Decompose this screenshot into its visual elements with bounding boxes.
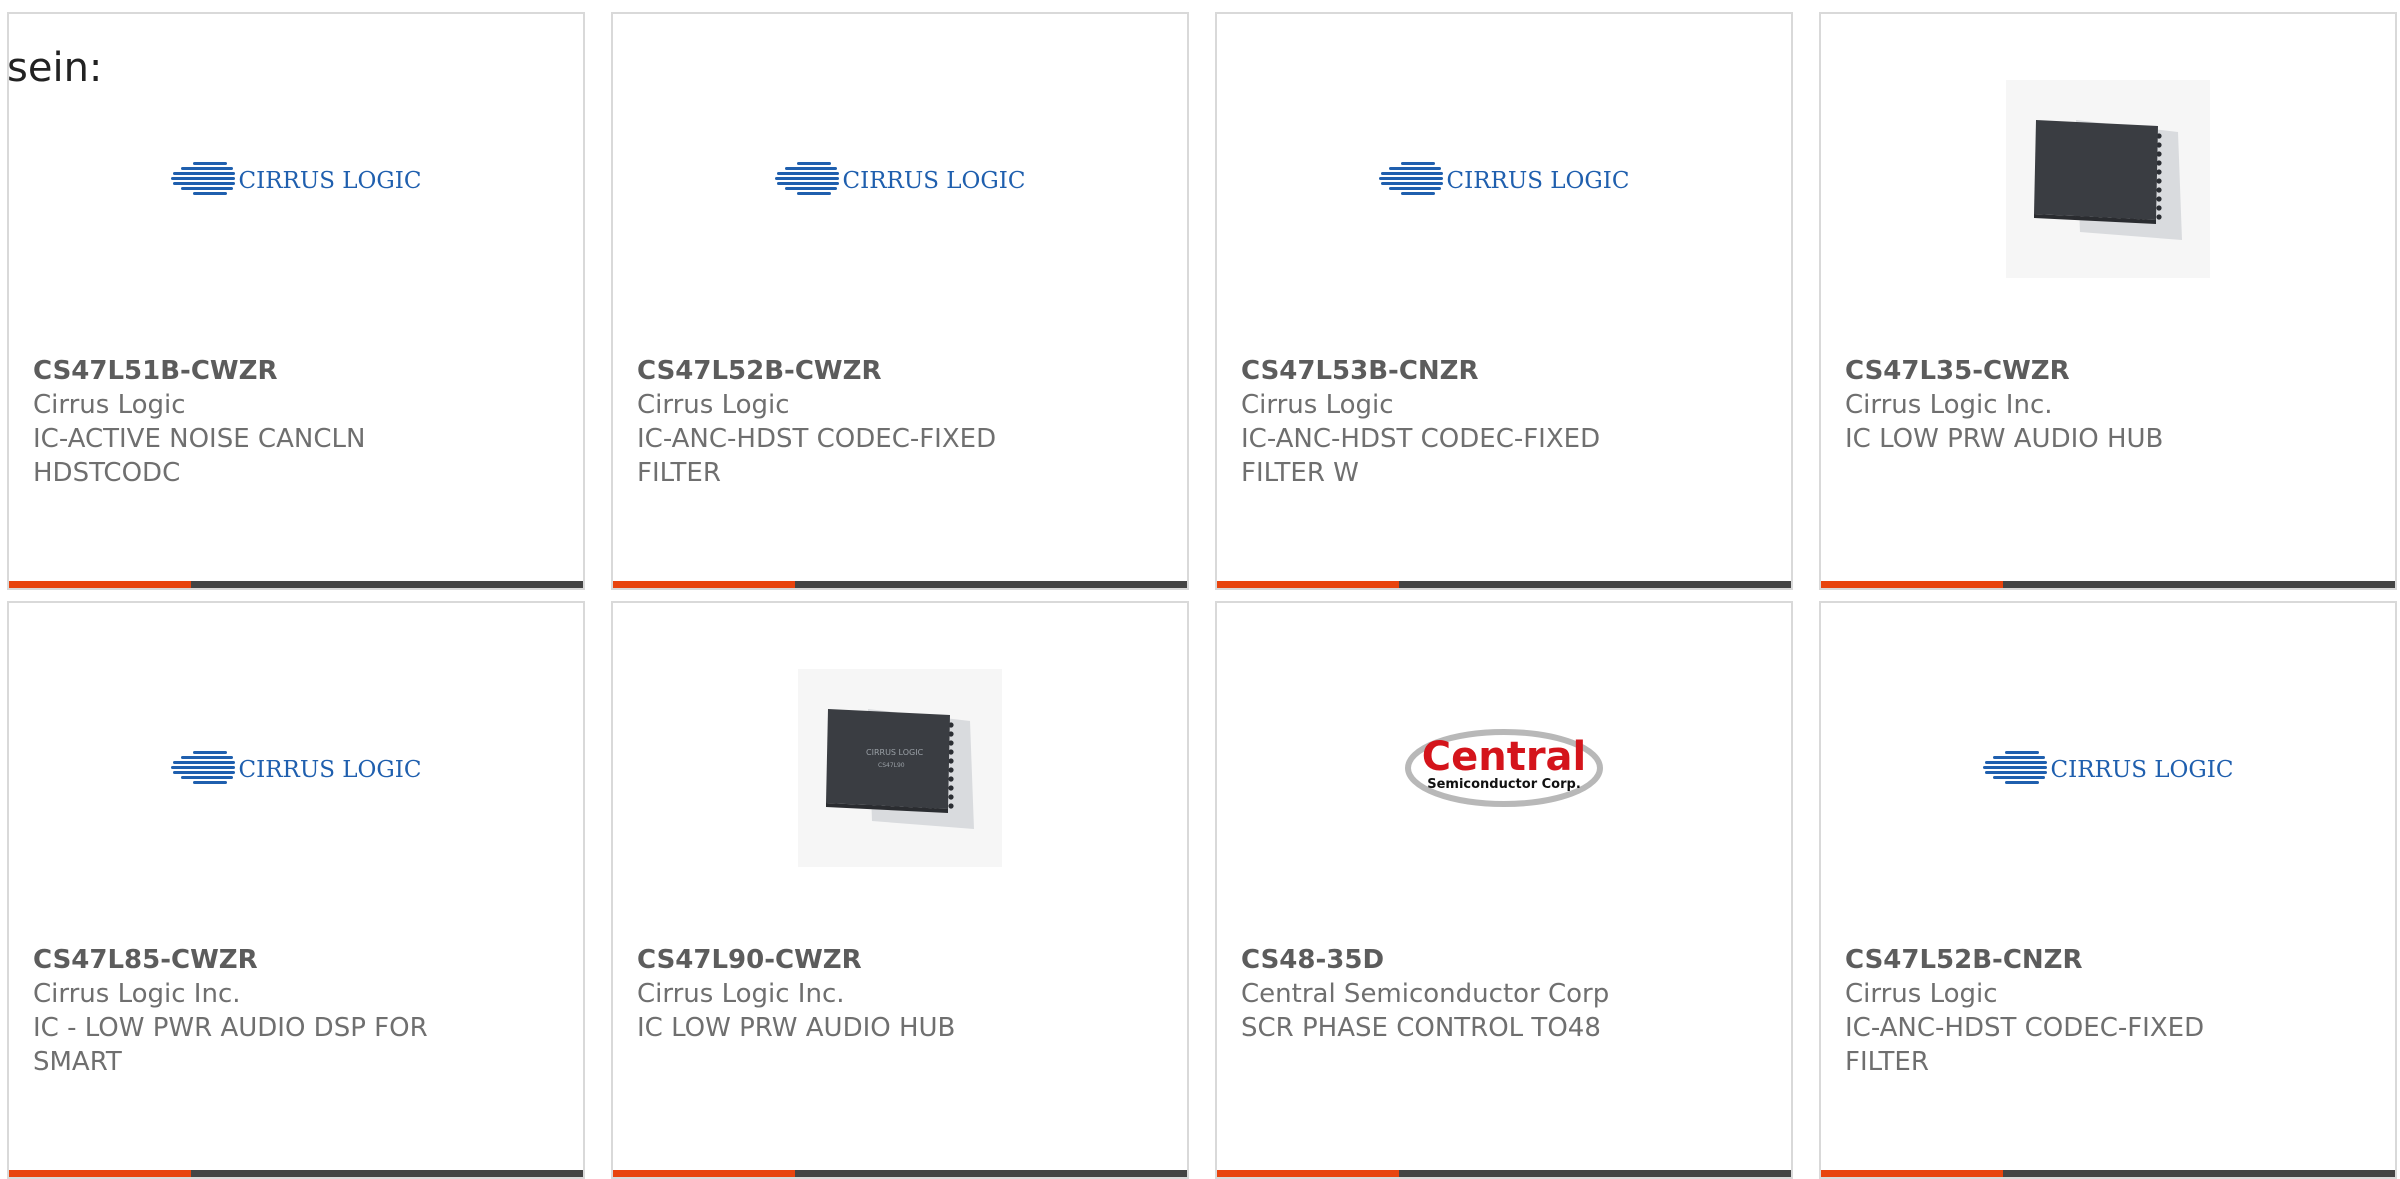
part-number-link[interactable]: CS47L35-CWZR [1845,354,2285,388]
product-card[interactable]: CS47L35-CWZR Cirrus Logic Inc. IC LOW PRW … [1819,12,2397,590]
product-image[interactable]: CIRRUS LOGIC [1821,603,2395,933]
card-bottom-bar [1217,581,1791,588]
part-number-link[interactable]: CS47L85-CWZR [33,943,473,977]
product-card[interactable]: CIRRUS LOGIC CS47L52B-CWZR Cirrus Logic IC-… [611,12,1189,590]
card-accent-bar [1821,581,2003,588]
cirrus-swoosh-icon [170,162,235,195]
product-card[interactable]: CIRRUS LOGIC CS47L53B-CNZR Cirrus Logic IC-… [1215,12,1793,590]
product-card[interactable]: Central Semiconductor Corp. CS48-35D Centra… [1215,601,1793,1179]
product-info: CS47L51B-CWZR Cirrus Logic IC-ACTIVE NOISE… [33,354,473,490]
svg-text:CIRRUS LOGIC: CIRRUS LOGIC [866,748,924,757]
product-card[interactable]: CIRRUS LOGIC CS47L85-CWZR Cirrus Logic Inc… [7,601,585,1179]
product-info: CS47L52B-CWZR Cirrus Logic IC-ANC-HDST COD… [637,354,1077,490]
svg-text:Central: Central [1422,734,1587,780]
card-bottom-bar [613,581,1187,588]
part-number-link[interactable]: CS48-35D [1241,943,1681,977]
svg-text:CS47L90: CS47L90 [878,762,905,769]
central-semiconductor-logo: Central Semiconductor Corp. [1402,722,1606,814]
product-image[interactable] [1821,14,2395,344]
manufacturer-name: Cirrus Logic Inc. [33,979,241,1009]
manufacturer-name: Cirrus Logic [33,390,186,420]
part-number-link[interactable]: CS47L52B-CNZR [1845,943,2285,977]
product-card[interactable]: CIRRUS LOGIC CS47L52B-CNZR Cirrus Logic IC-… [1819,601,2397,1179]
product-info: CS47L85-CWZR Cirrus Logic Inc. IC - LOW PW… [33,943,473,1079]
cirrus-logo-text: CIRRUS LOGIC [2050,757,2234,783]
cirrus-swoosh-icon [170,751,235,784]
cirrus-swoosh-icon [1982,751,2047,784]
product-description: IC - LOW PWR AUDIO DSP FOR SMART [33,1013,428,1077]
cirrus-swoosh-icon [774,162,839,195]
product-description: IC-ANC-HDST CODEC-FIXED FILTER W [1241,424,1601,488]
product-description: IC-ACTIVE NOISE CANCLN HDSTCODC [33,424,366,488]
chip-product-photo: CIRRUS LOGIC CS47L90 [798,669,1002,867]
product-image[interactable]: CIRRUS LOGIC [9,603,583,933]
product-info: CS47L90-CWZR Cirrus Logic Inc. IC LOW PRW … [637,943,1077,1045]
manufacturer-name: Cirrus Logic [637,390,790,420]
product-description: IC-ANC-HDST CODEC-FIXED FILTER [637,424,997,488]
card-accent-bar [613,581,795,588]
manufacturer-name: Cirrus Logic Inc. [1845,390,2053,420]
cirrus-logic-logo: CIRRUS LOGIC [1982,750,2234,786]
cirrus-logic-logo: CIRRUS LOGIC [170,161,422,197]
product-card[interactable]: CIRRUS LOGIC CS47L90 CS47L90-CWZR Cirrus Lo… [611,601,1189,1179]
product-grid: CIRRUS LOGIC CS47L51B-CWZR Cirrus Logic IC-… [0,0,2400,1179]
card-accent-bar [1217,1170,1399,1177]
cirrus-logo-text: CIRRUS LOGIC [238,168,422,194]
manufacturer-name: Cirrus Logic Inc. [637,979,845,1009]
cirrus-swoosh-icon [1378,162,1443,195]
card-bottom-bar [1821,581,2395,588]
product-info: CS47L52B-CNZR Cirrus Logic IC-ANC-HDST COD… [1845,943,2285,1079]
section-heading: sein: [7,45,103,91]
card-bottom-bar [613,1170,1187,1177]
card-accent-bar [1821,1170,2003,1177]
part-number-link[interactable]: CS47L51B-CWZR [33,354,473,388]
manufacturer-name: Cirrus Logic [1845,979,1998,1009]
cirrus-logic-logo: CIRRUS LOGIC [170,750,422,786]
card-accent-bar [613,1170,795,1177]
product-description: IC LOW PRW AUDIO HUB [637,1013,956,1043]
card-bottom-bar [1217,1170,1791,1177]
cirrus-logo-text: CIRRUS LOGIC [842,168,1026,194]
card-accent-bar [1217,581,1399,588]
manufacturer-name: Cirrus Logic [1241,390,1394,420]
product-description: IC LOW PRW AUDIO HUB [1845,424,2164,454]
svg-text:Semiconductor Corp.: Semiconductor Corp. [1427,777,1581,792]
product-image[interactable]: CIRRUS LOGIC CS47L90 [613,603,1187,933]
card-accent-bar [9,581,191,588]
product-card[interactable]: CIRRUS LOGIC CS47L51B-CWZR Cirrus Logic IC-… [7,12,585,590]
card-bottom-bar [9,1170,583,1177]
product-description: SCR PHASE CONTROL TO48 [1241,1013,1601,1043]
manufacturer-name: Central Semiconductor Corp [1241,979,1610,1009]
cirrus-logo-text: CIRRUS LOGIC [1446,168,1630,194]
product-info: CS47L35-CWZR Cirrus Logic Inc. IC LOW PRW … [1845,354,2285,456]
part-number-link[interactable]: CS47L52B-CWZR [637,354,1077,388]
product-image[interactable]: Central Semiconductor Corp. [1217,603,1791,933]
cirrus-logo-text: CIRRUS LOGIC [238,757,422,783]
product-description: IC-ANC-HDST CODEC-FIXED FILTER [1845,1013,2205,1077]
product-image[interactable]: CIRRUS LOGIC [613,14,1187,344]
product-info: CS47L53B-CNZR Cirrus Logic IC-ANC-HDST COD… [1241,354,1681,490]
part-number-link[interactable]: CS47L90-CWZR [637,943,1077,977]
cirrus-logic-logo: CIRRUS LOGIC [1378,161,1630,197]
card-accent-bar [9,1170,191,1177]
chip-product-photo [2006,80,2210,278]
card-bottom-bar [9,581,583,588]
cirrus-logic-logo: CIRRUS LOGIC [774,161,1026,197]
product-info: CS48-35D Central Semiconductor Corp SCR PH… [1241,943,1681,1045]
part-number-link[interactable]: CS47L53B-CNZR [1241,354,1681,388]
product-image[interactable]: CIRRUS LOGIC [1217,14,1791,344]
card-bottom-bar [1821,1170,2395,1177]
